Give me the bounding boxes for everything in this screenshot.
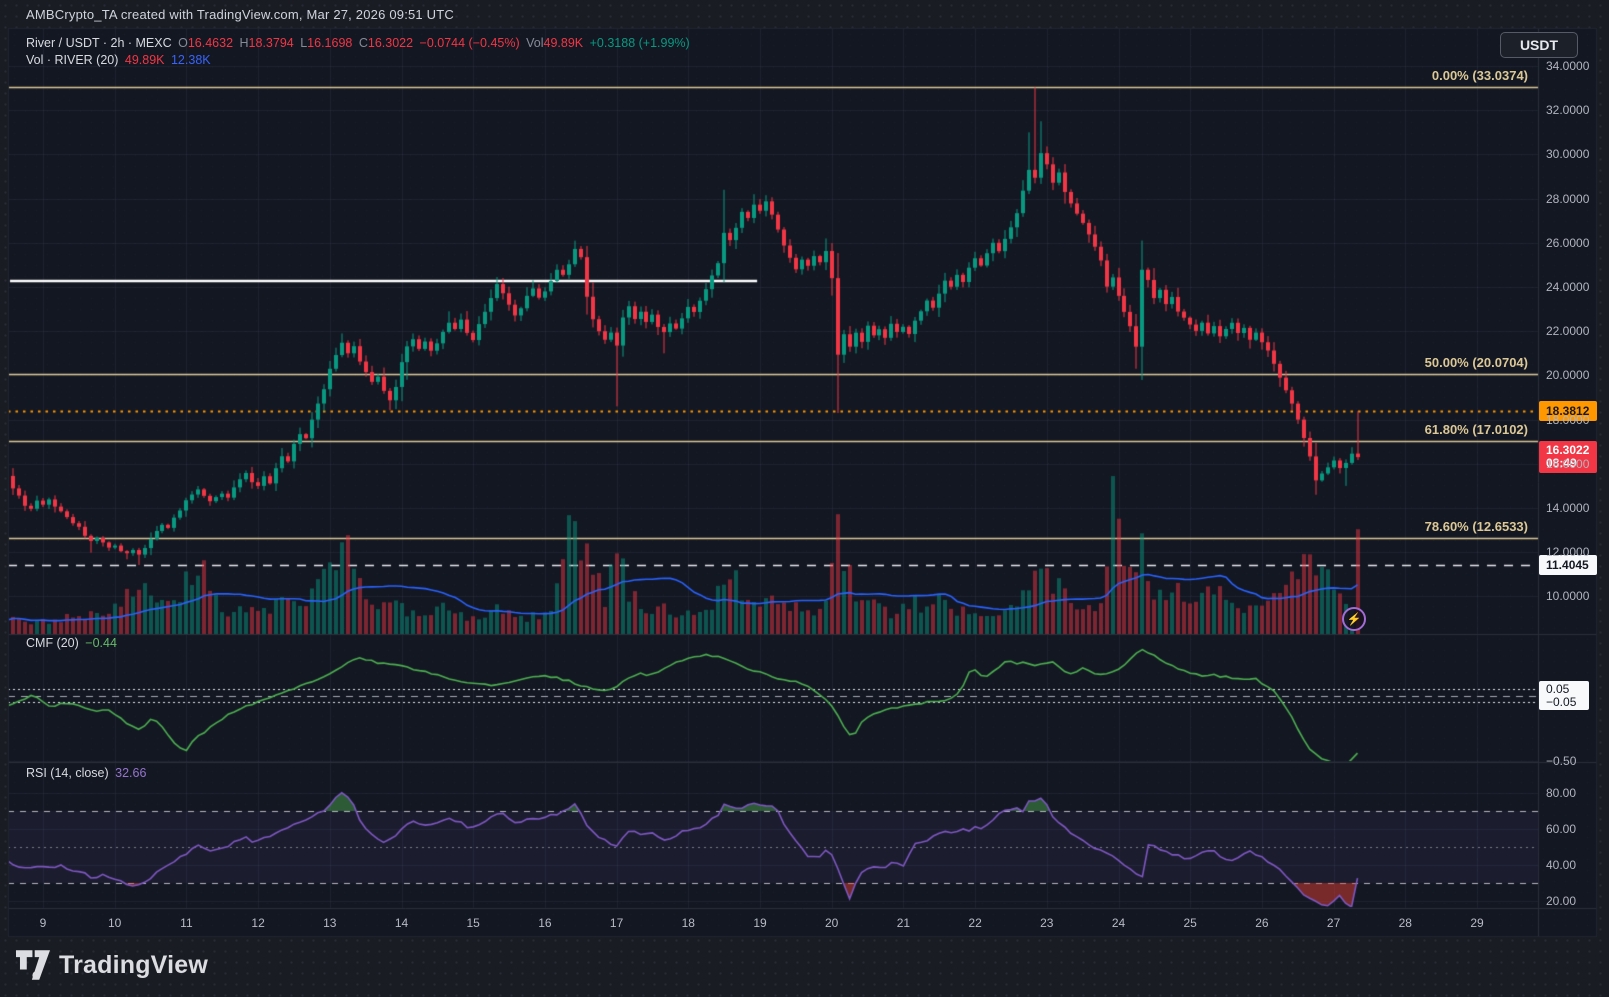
- date-axis-label: 17: [610, 916, 623, 930]
- rsi-axis-label: 80.00: [1546, 786, 1576, 800]
- price-axis-label: 22.0000: [1546, 324, 1589, 338]
- price-axis-label: 20.0000: [1546, 368, 1589, 382]
- cmf-legend: CMF (20) −0.44: [26, 636, 120, 650]
- fib-level-label: 50.00% (20.0704): [0, 355, 1528, 370]
- date-axis-label: 29: [1470, 916, 1483, 930]
- date-axis-label: 27: [1327, 916, 1340, 930]
- open-label: O: [178, 36, 188, 50]
- volume-ma-value: 12.38K: [171, 53, 211, 67]
- price-axis-label: 24.0000: [1546, 280, 1589, 294]
- rsi-axis-label: 20.00: [1546, 894, 1576, 908]
- tradingview-logo-text: TradingView: [59, 951, 208, 980]
- date-axis-label: 18: [682, 916, 695, 930]
- volume-value: 49.89K: [544, 36, 584, 50]
- change-value: −0.0744 (−0.45%): [420, 36, 520, 50]
- date-axis-label: 20: [825, 916, 838, 930]
- lightning-icon[interactable]: ⚡: [1342, 607, 1366, 631]
- symbol-legend-row: River / USDT · 2h · MEXC O16.4632 H18.37…: [26, 36, 693, 50]
- price-axis-label: 26.0000: [1546, 236, 1589, 250]
- currency-usdt-button[interactable]: USDT: [1500, 32, 1578, 58]
- price-axis-label: 12.0000: [1546, 545, 1589, 559]
- date-axis-label: 9: [40, 916, 47, 930]
- date-axis-label: 22: [968, 916, 981, 930]
- date-axis-label: 19: [753, 916, 766, 930]
- price-axis-label: 10.0000: [1546, 589, 1589, 603]
- rsi-axis-label: 40.00: [1546, 858, 1576, 872]
- lightning-glyph: ⚡: [1347, 612, 1362, 626]
- high-label: H: [240, 36, 249, 50]
- close-value: 16.3022: [368, 36, 413, 50]
- price-axis-label: 28.0000: [1546, 192, 1589, 206]
- date-axis-label: 13: [323, 916, 336, 930]
- symbol-title[interactable]: River / USDT · 2h · MEXC: [26, 36, 172, 50]
- volume-indicator-legend: Vol · RIVER (20) 49.89K 12.38K: [26, 53, 214, 67]
- cmf-label: CMF (20): [26, 636, 79, 650]
- low-value: 16.1698: [307, 36, 352, 50]
- cmf-value: −0.44: [85, 636, 117, 650]
- date-axis-label: 10: [108, 916, 121, 930]
- date-axis-label: 24: [1112, 916, 1125, 930]
- cmf-axis-label: −0.50: [1546, 754, 1576, 768]
- volume-change-value: +0.3188 (+1.99%): [590, 36, 690, 50]
- fib-level-label: 0.00% (33.0374): [0, 68, 1528, 83]
- date-axis-label: 16: [538, 916, 551, 930]
- open-value: 16.4632: [188, 36, 233, 50]
- volume-indicator-value: 49.89K: [125, 53, 165, 67]
- tradingview-logo-icon: [16, 950, 50, 980]
- date-axis-label: 28: [1399, 916, 1412, 930]
- tradingview-logo[interactable]: TradingView: [16, 950, 208, 980]
- date-axis-label: 23: [1040, 916, 1053, 930]
- price-axis-label: 34.0000: [1546, 59, 1589, 73]
- price-axis-label: 18.0000: [1546, 413, 1589, 427]
- chart-canvas[interactable]: [0, 0, 1609, 997]
- rsi-legend: RSI (14, close) 32.66: [26, 766, 149, 780]
- close-label: C: [359, 36, 368, 50]
- volume-label: Vol: [526, 36, 543, 50]
- date-axis-label: 26: [1255, 916, 1268, 930]
- price-axis-label: 14.0000: [1546, 501, 1589, 515]
- date-axis-label: 14: [395, 916, 408, 930]
- rsi-value: 32.66: [115, 766, 146, 780]
- date-axis-label: 21: [897, 916, 910, 930]
- rsi-label: RSI (14, close): [26, 766, 109, 780]
- date-axis-label: 11: [180, 916, 192, 930]
- date-axis-label: 15: [467, 916, 480, 930]
- date-axis-label: 25: [1184, 916, 1197, 930]
- price-axis-label: 32.0000: [1546, 103, 1589, 117]
- cmf-lower-band-tag: −0.05: [1539, 694, 1589, 710]
- volume-indicator-label: Vol · RIVER (20): [26, 53, 118, 67]
- rsi-axis-label: 60.00: [1546, 822, 1576, 836]
- fib-level-label: 61.80% (17.0102): [0, 422, 1528, 437]
- high-value: 18.3794: [249, 36, 294, 50]
- fib-level-label: 78.60% (12.6533): [0, 519, 1528, 534]
- date-axis-label: 12: [251, 916, 264, 930]
- attribution-text: AMBCrypto_TA created with TradingView.co…: [26, 7, 454, 22]
- price-axis-label: 30.0000: [1546, 147, 1589, 161]
- price-axis-label: 16.0000: [1546, 457, 1589, 471]
